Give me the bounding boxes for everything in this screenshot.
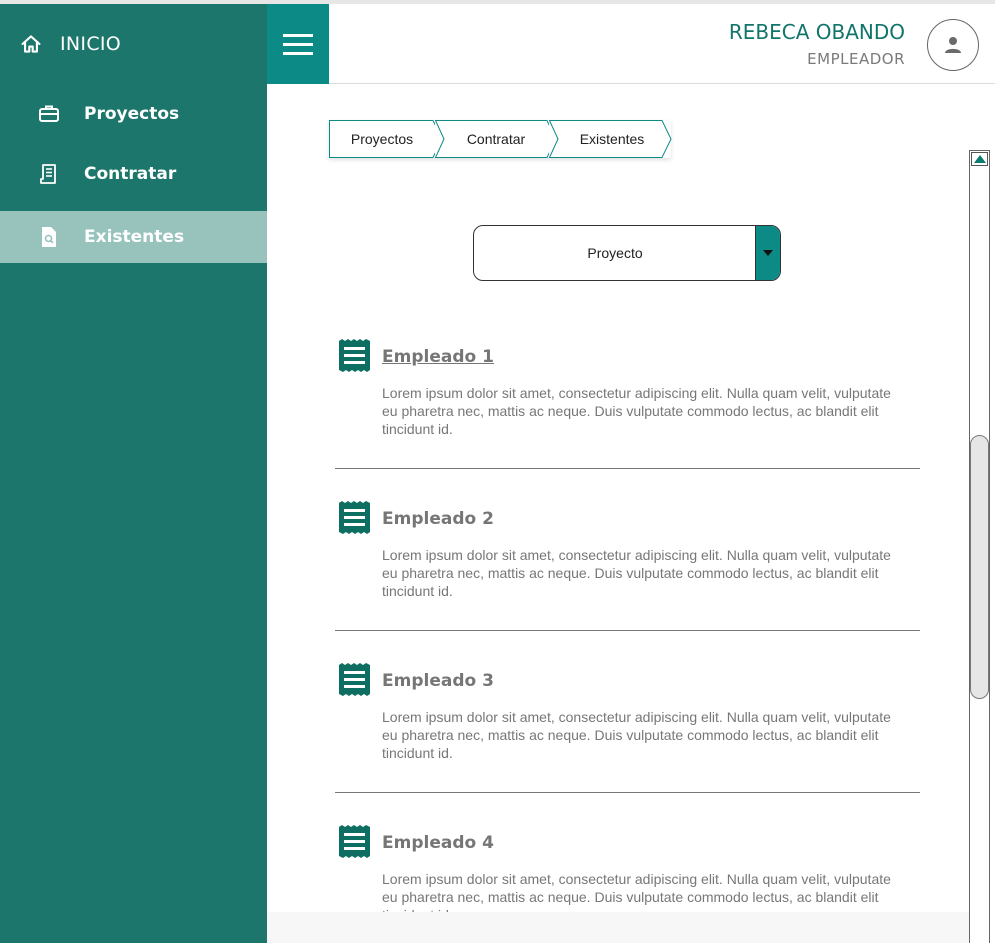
- top-bar: REBECA OBANDO EMPLEADOR: [267, 4, 995, 84]
- divider: [335, 792, 920, 793]
- sidebar-item-existentes[interactable]: Existentes: [0, 211, 267, 263]
- employee-description: Lorem ipsum dolor sit amet, consectetur …: [382, 547, 891, 599]
- breadcrumb-label: Existentes: [579, 131, 645, 147]
- sidebar-home-link[interactable]: INICIO: [0, 4, 267, 84]
- breadcrumb-label: Proyectos: [350, 131, 414, 147]
- sidebar-item-label: Existentes: [84, 227, 185, 247]
- sidebar-item-label: Contratar: [84, 164, 177, 184]
- divider: [335, 468, 920, 469]
- employee-name[interactable]: Empleado 2: [382, 509, 494, 529]
- employee-description: Lorem ipsum dolor sit amet, consectetur …: [382, 709, 891, 761]
- list-item: Empleado 3 Lorem ipsum dolor sit amet, c…: [335, 663, 920, 825]
- list-item: Empleado 1 Lorem ipsum dolor sit amet, c…: [335, 339, 920, 501]
- sidebar: INICIO Proyectos Contratar Existentes: [0, 4, 267, 943]
- sidebar-item-label: Proyectos: [84, 104, 180, 124]
- breadcrumb-item-existentes[interactable]: Existentes: [549, 120, 672, 158]
- user-name: REBECA OBANDO: [728, 20, 905, 44]
- document-icon: [339, 825, 370, 863]
- select-value: Proyecto: [587, 245, 643, 261]
- scroll-thumb[interactable]: [970, 435, 989, 699]
- hamburger-icon[interactable]: [267, 4, 329, 84]
- breadcrumb-label: Contratar: [466, 131, 526, 147]
- breadcrumb: Proyectos Contratar Existentes: [329, 120, 672, 158]
- receipt-icon: [38, 163, 60, 185]
- divider: [335, 630, 920, 631]
- document-icon: [339, 501, 370, 539]
- employee-name[interactable]: Empleado 4: [382, 833, 494, 853]
- employee-name-link[interactable]: Empleado 1: [382, 347, 494, 367]
- breadcrumb-item-proyectos[interactable]: Proyectos: [329, 120, 443, 158]
- list-item: Empleado 2 Lorem ipsum dolor sit amet, c…: [335, 501, 920, 663]
- scroll-up-arrow-icon[interactable]: [971, 152, 988, 166]
- chevron-down-icon[interactable]: [755, 226, 780, 280]
- project-filter-select[interactable]: Proyecto: [473, 225, 781, 281]
- sidebar-item-contratar[interactable]: Contratar: [0, 148, 267, 200]
- list-item: Empleado 4 Lorem ipsum dolor sit amet, c…: [335, 825, 920, 923]
- footer-strip: [267, 912, 969, 943]
- employee-description: Lorem ipsum dolor sit amet, consectetur …: [382, 385, 891, 437]
- search-document-icon: [38, 226, 60, 248]
- briefcase-icon: [38, 103, 60, 125]
- sidebar-home-label: INICIO: [60, 33, 122, 55]
- document-icon: [339, 663, 370, 701]
- user-role: EMPLEADOR: [807, 50, 905, 68]
- breadcrumb-item-contratar[interactable]: Contratar: [435, 120, 557, 158]
- user-icon[interactable]: [927, 19, 979, 71]
- document-icon: [339, 339, 370, 377]
- employee-name[interactable]: Empleado 3: [382, 671, 494, 691]
- sidebar-item-proyectos[interactable]: Proyectos: [0, 88, 267, 140]
- vertical-scrollbar[interactable]: [969, 150, 990, 943]
- home-icon: [20, 33, 42, 55]
